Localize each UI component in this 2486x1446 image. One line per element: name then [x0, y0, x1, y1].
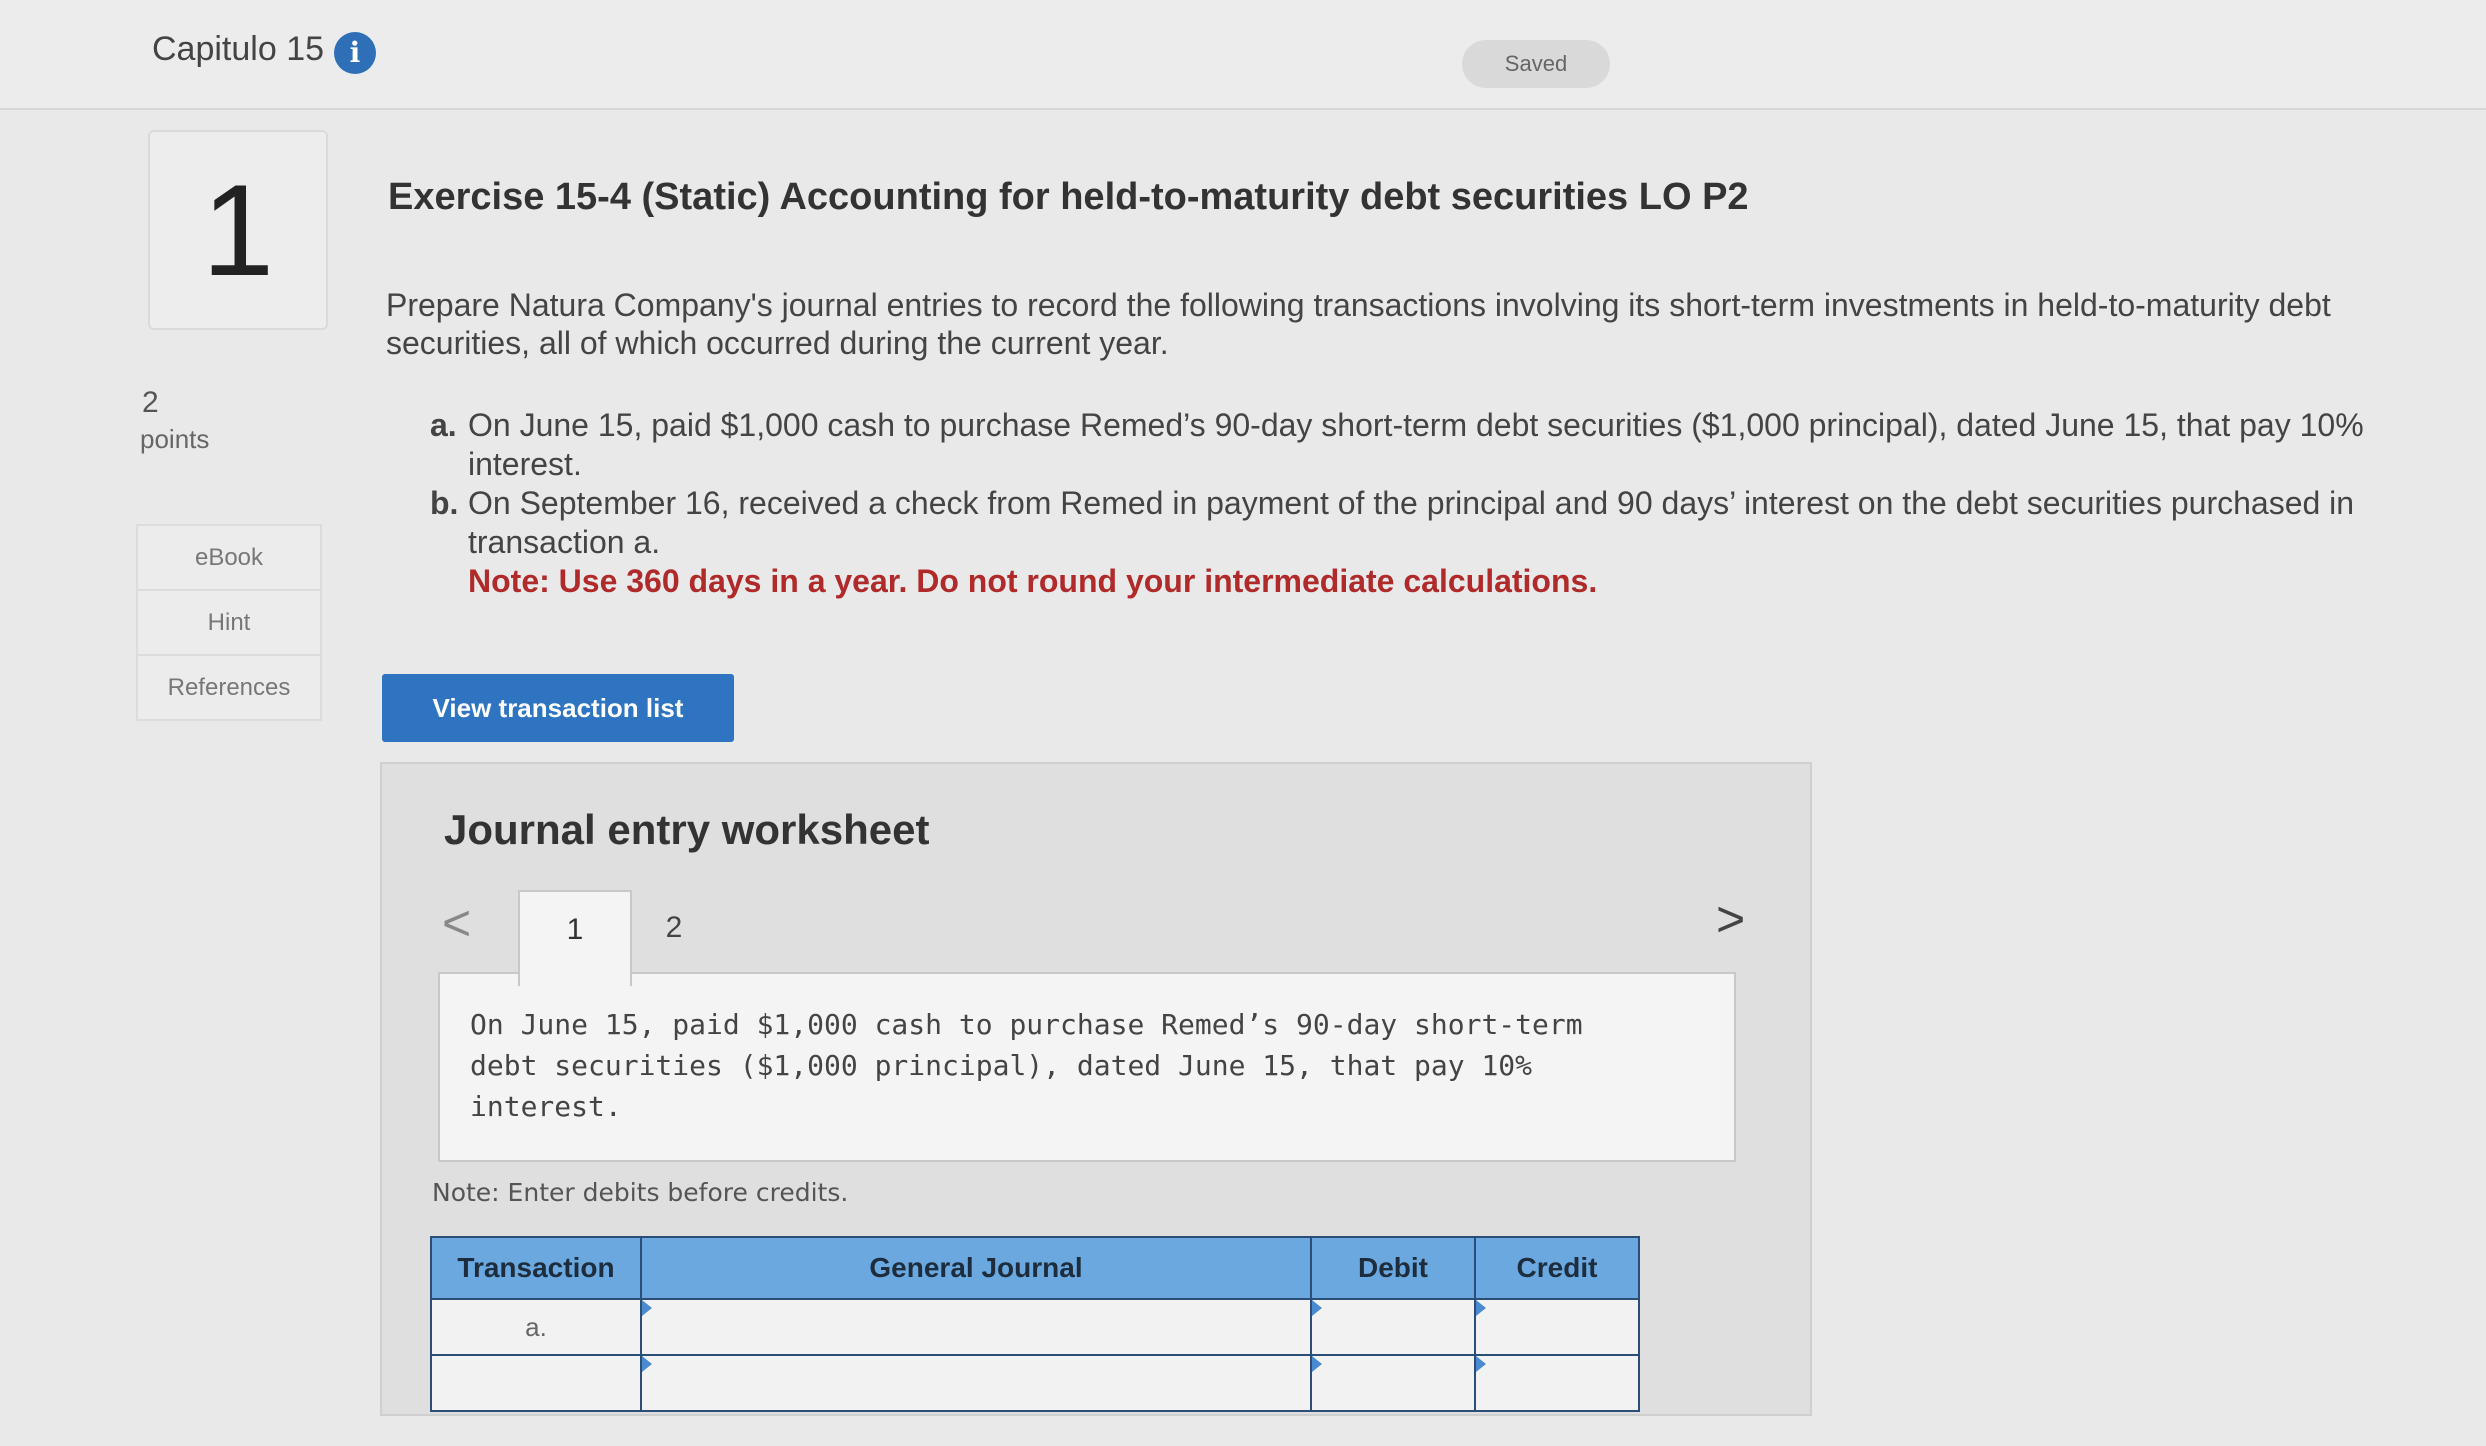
debit-input[interactable] [1310, 1298, 1476, 1356]
item-letter: b. [430, 485, 459, 521]
references-tab[interactable]: References [138, 656, 320, 719]
journal-entry-worksheet: Journal entry worksheet < 1 2 > On June … [380, 762, 1812, 1416]
ebook-tab[interactable]: eBook [138, 526, 320, 591]
general-journal-dropdown[interactable] [640, 1354, 1312, 1412]
worksheet-title: Journal entry worksheet [444, 806, 930, 853]
credit-input[interactable] [1474, 1354, 1640, 1412]
points-value: 2 [142, 386, 159, 419]
transaction-cell [430, 1354, 642, 1412]
input-marker-icon [1476, 1356, 1486, 1372]
view-transaction-list-button[interactable]: View transaction list [382, 674, 734, 742]
table-header-row: Transaction General Journal Debit Credit [430, 1236, 1640, 1300]
table-row: a. [430, 1298, 1640, 1356]
transaction-item-b: b. On September 16, received a check fro… [430, 484, 2370, 601]
top-bar: Capitulo 15 i Saved [0, 0, 2486, 110]
chevron-right-icon[interactable]: > [1716, 890, 1745, 948]
journal-table: Transaction General Journal Debit Credit… [430, 1236, 1640, 1412]
item-text: On June 15, paid $1,000 cash to purchase… [468, 407, 2364, 482]
transaction-item-a: a. On June 15, paid $1,000 cash to purch… [430, 406, 2370, 484]
worksheet-tab-2[interactable]: 2 [644, 890, 704, 966]
debit-input[interactable] [1310, 1354, 1476, 1412]
saved-status-badge: Saved [1462, 40, 1610, 88]
header-debit: Debit [1310, 1236, 1476, 1300]
transaction-description-box: On June 15, paid $1,000 cash to purchase… [438, 972, 1736, 1162]
transaction-description: On June 15, paid $1,000 cash to purchase… [470, 1008, 1583, 1123]
question-number: 1 [201, 157, 275, 303]
input-marker-icon [1312, 1356, 1322, 1372]
header-transaction: Transaction [430, 1236, 642, 1300]
chevron-left-icon[interactable]: < [442, 894, 471, 952]
dropdown-marker-icon [642, 1300, 652, 1316]
calculation-note: Note: Use 360 days in a year. Do not rou… [468, 563, 1598, 599]
worksheet-tab-1[interactable]: 1 [518, 890, 632, 986]
dropdown-marker-icon [642, 1356, 652, 1372]
chapter-title: Capitulo 15 [152, 30, 325, 68]
general-journal-dropdown[interactable] [640, 1298, 1312, 1356]
item-letter: a. [430, 407, 457, 443]
header-general-journal: General Journal [640, 1236, 1312, 1300]
exercise-prompt: Prepare Natura Company's journal entries… [386, 287, 2331, 361]
item-text: On September 16, received a check from R… [468, 485, 2355, 560]
entry-note: Note: Enter debits before credits. [432, 1178, 849, 1207]
question-number-box: 1 [148, 130, 328, 330]
header-credit: Credit [1474, 1236, 1640, 1300]
hint-tab[interactable]: Hint [138, 591, 320, 656]
input-marker-icon [1476, 1300, 1486, 1316]
credit-input[interactable] [1474, 1298, 1640, 1356]
table-row [430, 1354, 1640, 1412]
exercise-title: Exercise 15-4 (Static) Accounting for he… [388, 176, 1749, 218]
info-icon[interactable]: i [334, 32, 376, 74]
resource-tabs: eBook Hint References [136, 524, 322, 721]
points-label: points [140, 424, 210, 454]
transaction-items: a. On June 15, paid $1,000 cash to purch… [430, 406, 2370, 601]
transaction-cell: a. [430, 1298, 642, 1356]
input-marker-icon [1312, 1300, 1322, 1316]
